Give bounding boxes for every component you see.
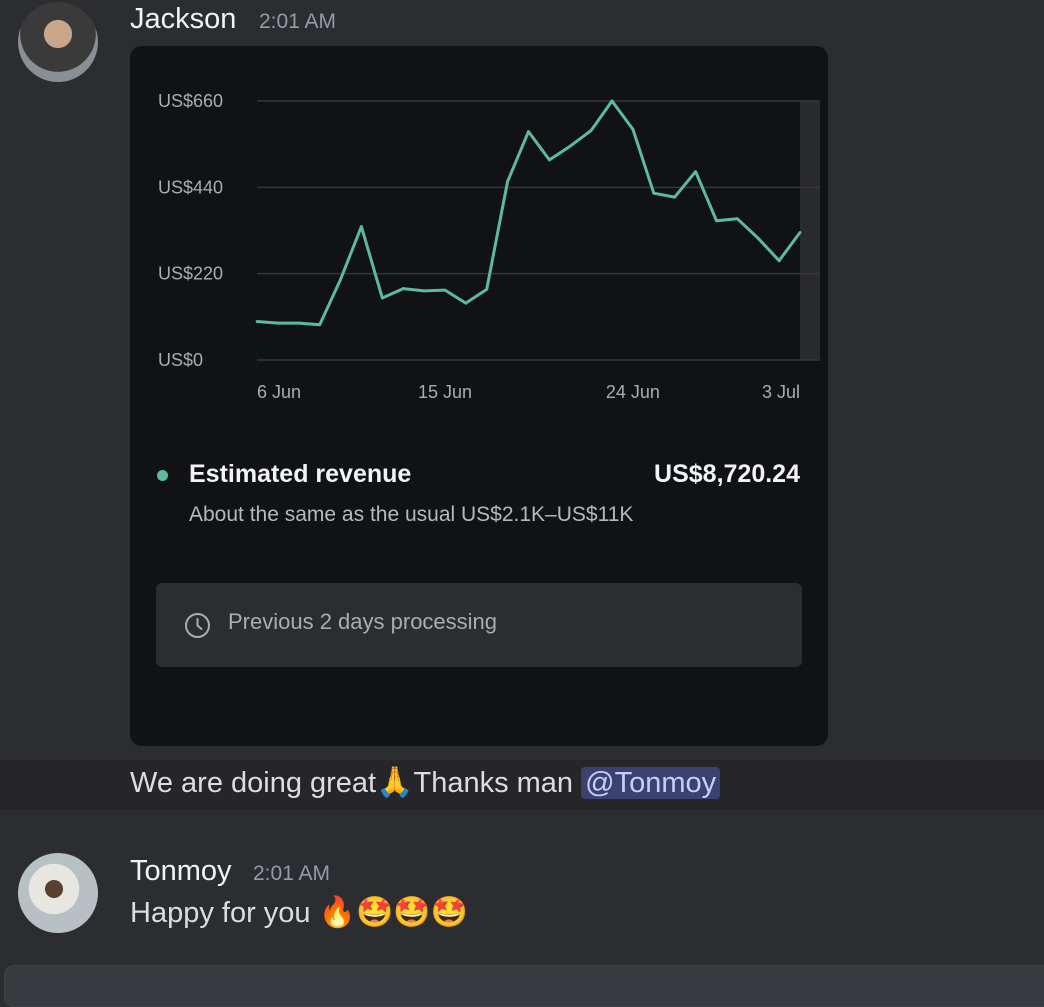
avatar-jackson[interactable] xyxy=(18,2,98,82)
data-point xyxy=(422,289,426,293)
data-point xyxy=(255,320,259,323)
x-tick-label: 6 Jun xyxy=(257,382,301,402)
data-point xyxy=(777,259,781,263)
data-point xyxy=(756,236,760,240)
data-point xyxy=(464,301,468,305)
data-point xyxy=(798,231,802,234)
metric-label: Estimated revenue xyxy=(189,460,412,488)
series-dot xyxy=(157,470,168,481)
author-name[interactable]: Jackson xyxy=(130,3,236,36)
message-timestamp: 2:01 AM xyxy=(253,862,331,885)
processing-label: Previous 2 days processing xyxy=(228,609,498,634)
metric-note: About the same as the usual US$2.1K–US$1… xyxy=(189,503,634,526)
data-point xyxy=(485,287,489,291)
data-point xyxy=(276,321,280,325)
message-input-box[interactable] xyxy=(4,965,1044,1007)
y-tick-label: US$0 xyxy=(158,350,203,370)
revenue-series-line xyxy=(256,99,802,327)
data-point xyxy=(360,225,363,228)
author-name[interactable]: Tonmoy xyxy=(130,855,232,888)
data-point xyxy=(694,170,697,174)
data-point xyxy=(652,191,656,195)
processing-notice: Previous 2 days processing xyxy=(156,583,802,667)
data-point xyxy=(297,321,301,325)
data-point xyxy=(506,180,510,183)
data-point xyxy=(610,99,614,103)
data-point xyxy=(380,296,384,300)
data-point xyxy=(547,158,551,162)
x-tick-label: 24 Jun xyxy=(606,382,660,402)
metric-value: US$8,720.24 xyxy=(654,460,800,488)
message-text-part: We are doing great xyxy=(130,767,377,799)
y-tick-label: US$220 xyxy=(158,264,223,284)
message-text-part: Thanks man xyxy=(413,767,582,799)
data-point xyxy=(673,195,677,199)
data-point xyxy=(589,129,593,132)
avatar-tonmoy[interactable] xyxy=(18,853,98,933)
reaction-emojis: 🔥🤩🤩🤩 xyxy=(318,896,469,929)
data-point xyxy=(443,288,447,292)
data-point xyxy=(715,219,718,223)
message-timestamp: 2:01 AM xyxy=(259,10,337,33)
data-point xyxy=(631,127,635,131)
data-point xyxy=(318,323,322,327)
message-text-part: Happy for you xyxy=(130,897,319,929)
message-text: We are doing great🙏Thanks man @Tonmoy xyxy=(130,766,721,800)
x-tick-label: 15 Jun xyxy=(418,382,472,402)
data-point xyxy=(339,278,342,281)
data-point xyxy=(568,144,572,148)
data-point xyxy=(401,287,405,290)
x-tick-label: 3 Jul xyxy=(762,382,800,402)
data-point xyxy=(735,217,739,221)
selection-band xyxy=(800,101,820,360)
data-point xyxy=(527,130,530,134)
message-text: Happy for you 🔥🤩🤩🤩 xyxy=(130,897,468,930)
user-mention[interactable]: @Tonmoy xyxy=(581,767,721,799)
pray-emoji: 🙏 xyxy=(376,766,414,799)
y-tick-label: US$660 xyxy=(158,91,223,111)
clock-icon xyxy=(185,613,210,638)
y-tick-label: US$440 xyxy=(158,177,223,197)
revenue-chart: US$660 US$440 US$220 US$0 6 Jun 15 Jun 24 Jun 3… xyxy=(158,91,820,402)
